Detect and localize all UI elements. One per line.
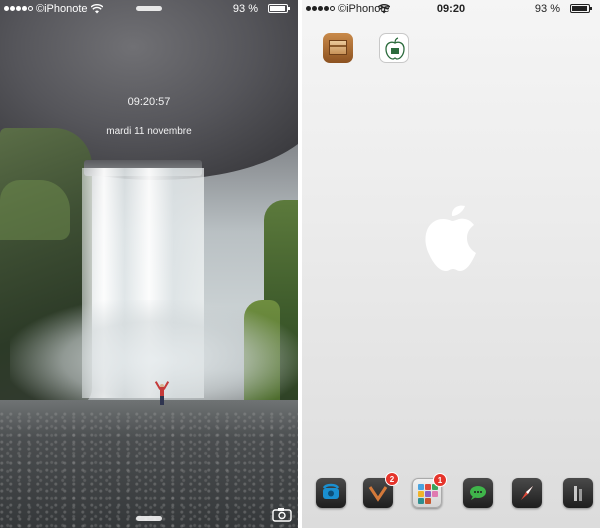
battery-percent: 93 %	[534, 3, 560, 15]
control-center-grabber[interactable]	[136, 516, 162, 521]
phone-icon[interactable]	[316, 478, 346, 508]
pebbles	[0, 412, 298, 528]
folder-badge: 1	[433, 473, 447, 487]
mail-icon[interactable]: 2	[363, 472, 399, 508]
cydia-box	[329, 40, 347, 55]
mail-badge: 2	[385, 472, 399, 486]
battery-icon	[570, 4, 592, 13]
status-bar: ©iPhonote 09:20 93 %	[302, 0, 600, 18]
ifile-apple-glyph	[385, 37, 405, 60]
safari-icon[interactable]	[512, 478, 542, 508]
cydia-icon[interactable]	[323, 33, 353, 63]
status-bar: ©iPhonote 93 %	[0, 0, 298, 18]
phone-glyph	[322, 483, 340, 499]
signal-icon	[4, 6, 33, 11]
messages-icon[interactable]	[463, 478, 493, 508]
folder-icon[interactable]: 1	[412, 473, 447, 508]
home-screen: ©iPhonote 09:20 93 % 2 1	[302, 0, 600, 528]
safari-glyph	[521, 486, 533, 500]
battery-percent: 93 %	[232, 3, 258, 15]
music-icon[interactable]	[563, 478, 593, 508]
lock-screen: ©iPhonote 93 % 09:20:57 mardi 11 novembr…	[0, 0, 298, 528]
lock-date: mardi 11 novembre	[106, 126, 192, 137]
battery-icon	[268, 4, 290, 13]
messages-glyph	[470, 486, 486, 500]
waterfall-wallpaper	[0, 0, 298, 528]
lock-clock: 09:20:57	[127, 96, 171, 108]
ifile-icon[interactable]	[379, 33, 409, 63]
camera-icon[interactable]	[272, 507, 292, 522]
music-glyph	[574, 486, 582, 501]
carrier-label: ©iPhonote	[36, 3, 88, 15]
person-figure	[154, 381, 170, 405]
wifi-icon	[91, 4, 103, 14]
left-cliff-moss	[0, 180, 70, 240]
notification-center-grabber[interactable]	[136, 6, 162, 11]
apple-logo-icon	[425, 205, 476, 271]
